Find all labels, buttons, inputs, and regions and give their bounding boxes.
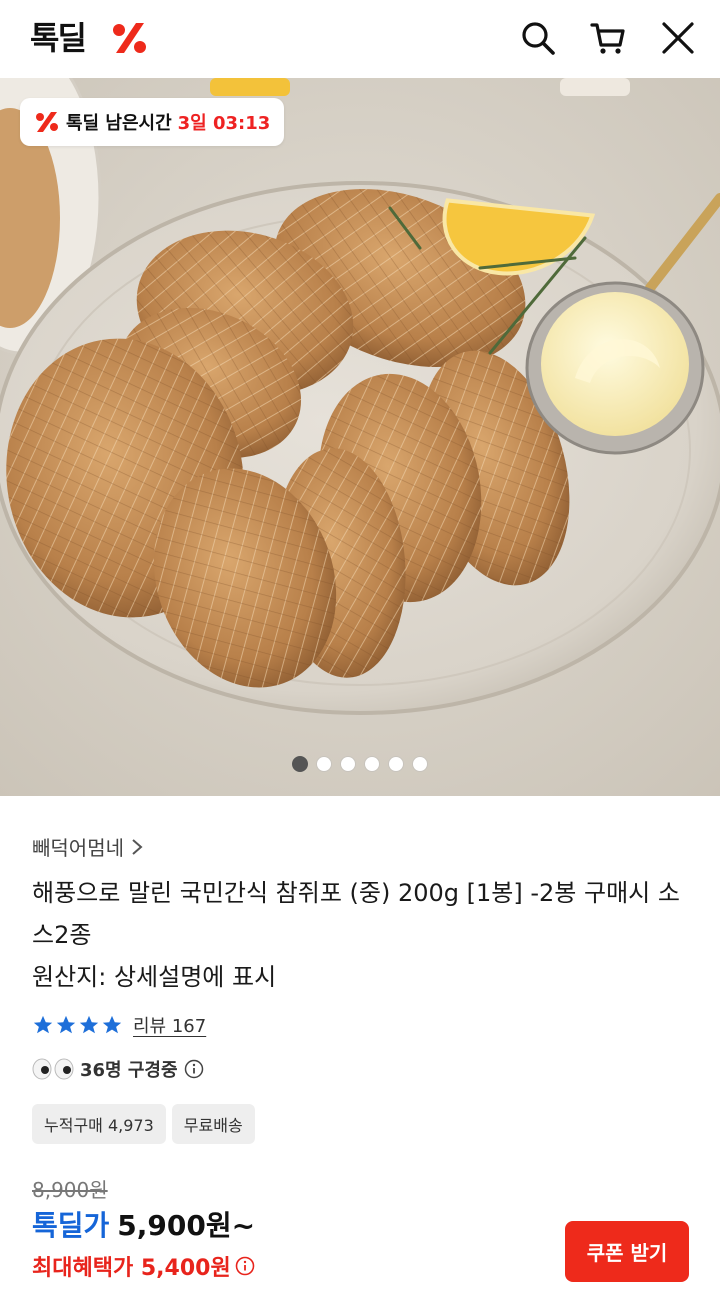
product-origin: 원산지: 상세설명에 표시 xyxy=(32,963,277,991)
carousel-dot[interactable] xyxy=(388,756,404,772)
timer-label: 톡딜 남은시간 xyxy=(66,113,172,134)
deal-price-row: 톡딜가 5,900원~ xyxy=(32,1204,255,1244)
product-photo xyxy=(0,78,720,796)
info-icon[interactable] xyxy=(235,1256,255,1276)
carousel-dot[interactable] xyxy=(316,756,332,772)
carousel-dot[interactable] xyxy=(292,756,308,772)
chevron-right-icon xyxy=(132,838,143,855)
carousel-indicator xyxy=(0,756,720,772)
top-header: 톡딜 xyxy=(0,0,720,78)
star-rating xyxy=(32,1014,123,1036)
percent-logo-icon xyxy=(113,23,146,53)
search-icon[interactable] xyxy=(518,18,558,58)
product-image-carousel[interactable]: 톡딜 남은시간 3일 03:13 xyxy=(0,78,720,796)
purchase-count-badge: 누적구매 4,973 xyxy=(32,1104,166,1144)
cart-icon[interactable] xyxy=(588,18,628,58)
logo-text: 톡딜 xyxy=(30,19,87,57)
max-benefit-price: 최대혜택가 5,400원 xyxy=(32,1256,231,1281)
seller-name: 빼덕어멈네 xyxy=(32,836,124,860)
product-info: 빼덕어멈네 해풍으로 말린 국민간식 참쥐포 (중) 200g [1봉] -2봉… xyxy=(0,796,720,1299)
percent-icon xyxy=(36,112,58,132)
free-shipping-badge: 무료배송 xyxy=(171,1104,255,1144)
talkdeal-logo[interactable]: 톡딜 xyxy=(30,18,146,58)
badge-list: 누적구매 4,973 무료배송 xyxy=(32,1104,255,1144)
info-icon[interactable] xyxy=(184,1059,204,1079)
product-title: 해풍으로 말린 국민간식 참쥐포 (중) 200g [1봉] -2봉 구매시 소… xyxy=(32,879,680,949)
deal-price: 5,900원~ xyxy=(117,1209,256,1242)
deal-price-label: 톡딜가 xyxy=(32,1209,110,1242)
star-icon xyxy=(56,1015,76,1034)
star-icon xyxy=(102,1015,122,1034)
viewers-row: 36명 구경중 xyxy=(32,1056,204,1082)
seller-link[interactable]: 빼덕어멈네 xyxy=(32,832,144,861)
deal-timer-badge: 톡딜 남은시간 3일 03:13 xyxy=(20,98,285,146)
rating-row: 리뷰 167 xyxy=(32,1012,206,1038)
review-count-link[interactable]: 리뷰 167 xyxy=(133,1012,206,1038)
timer-value: 3일 03:13 xyxy=(177,113,271,134)
close-icon[interactable] xyxy=(658,18,698,58)
max-benefit-row: 최대혜택가 5,400원 xyxy=(32,1250,255,1282)
viewers-count: 36명 구경중 xyxy=(80,1060,178,1081)
eyes-icon xyxy=(32,1058,74,1080)
get-coupon-button[interactable]: 쿠폰 받기 xyxy=(565,1221,689,1282)
carousel-dot[interactable] xyxy=(364,756,380,772)
carousel-dot[interactable] xyxy=(340,756,356,772)
carousel-dot[interactable] xyxy=(412,756,428,772)
star-icon xyxy=(33,1015,53,1034)
star-icon xyxy=(79,1015,99,1034)
original-price: 8,900원 xyxy=(32,1178,108,1202)
